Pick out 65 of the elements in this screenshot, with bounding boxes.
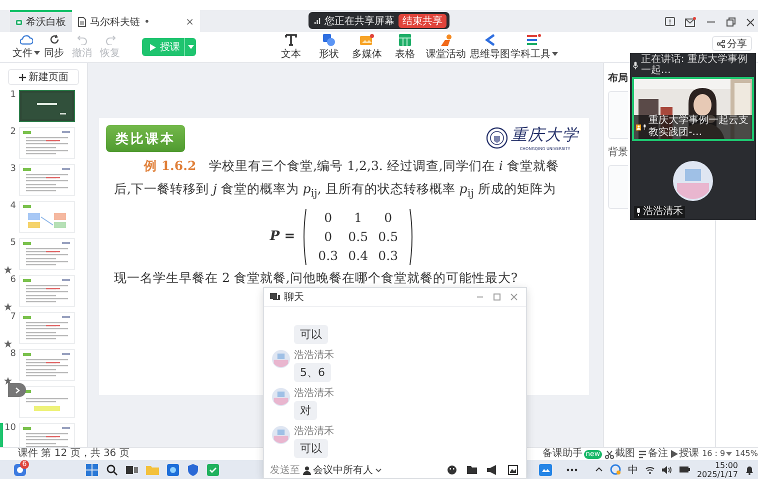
toolbar-button[interactable]: 课堂活动 bbox=[424, 34, 468, 60]
stop-sharing-button[interactable]: 结束共享 bbox=[398, 14, 446, 28]
message-bubble: 可以 bbox=[294, 439, 328, 458]
matrix-entry: 1 bbox=[353, 209, 364, 226]
video-tile[interactable]: 重庆大学事例一起云支教实践团-… bbox=[632, 77, 754, 141]
document-tab[interactable]: 马尔科夫链 • × bbox=[72, 10, 200, 32]
matrix-entry: 0.5 bbox=[377, 228, 400, 245]
toolbar-button[interactable]: 多媒体 bbox=[348, 34, 386, 60]
participant-tile[interactable]: 浩浩清禾 bbox=[632, 141, 754, 220]
example-text: 例 1.6.2 学校里有三个食堂,编号 1,2,3. 经过调查,同学们在 i 食堂就餐后,下一餐转移到 j 食堂的概率为 p$_{ij}$, 且所有的状态转移概率 p$_{ij}$ 所成的矩阵为 bbox=[113, 157, 560, 202]
matrix-entry: 0.4 bbox=[347, 247, 370, 264]
matrix-label: P = bbox=[270, 229, 296, 244]
page-number: 6 bbox=[9, 275, 17, 285]
participant-name: 浩浩清禾 bbox=[643, 206, 683, 218]
university-name: 重庆大学 bbox=[511, 125, 579, 146]
clock[interactable]: 15:00 2025/1/17 bbox=[696, 460, 738, 478]
page-number: 7 bbox=[9, 312, 17, 322]
matrix-entry: 0.3 bbox=[317, 247, 340, 264]
share-notice-text: 您正在共享屏幕 bbox=[324, 14, 394, 28]
input-method-indicator[interactable]: 中 bbox=[628, 462, 638, 476]
page-number: 2 bbox=[9, 127, 17, 137]
matrix-entry: 0.3 bbox=[377, 247, 400, 264]
toolbar-button[interactable]: 文本 bbox=[272, 34, 310, 60]
matrix-entry: 0 bbox=[323, 228, 334, 245]
page-number: 8 bbox=[9, 349, 17, 359]
status-bar-button[interactable]: 145% bbox=[735, 448, 758, 460]
panel-title: 布局 bbox=[608, 72, 628, 85]
page-number: 5 bbox=[9, 238, 17, 248]
toolbar-button[interactable]: 文件 bbox=[12, 34, 40, 60]
matrix-entry: 0.5 bbox=[347, 228, 370, 245]
unsaved-mark: • bbox=[144, 16, 150, 28]
send-to-label: 发送至 bbox=[270, 464, 300, 477]
recipient-selector[interactable]: 会议中所有人 bbox=[303, 463, 382, 477]
chat-title: 聊天 bbox=[284, 291, 304, 304]
toolbar-button[interactable]: 同步 bbox=[40, 34, 68, 60]
message-bubble: 对 bbox=[294, 401, 317, 420]
page-info: 课件 第 12 页，共 36 页 bbox=[18, 448, 130, 460]
status-bar-button[interactable]: 截图 bbox=[605, 448, 636, 460]
sender-name: 浩浩清禾 bbox=[294, 388, 334, 399]
sender-name: 浩浩清禾 bbox=[294, 426, 334, 437]
message-bubble: 可以 bbox=[294, 325, 328, 344]
status-bar-button[interactable]: 授课 bbox=[671, 448, 700, 460]
toolbar-button[interactable]: 思维导图 bbox=[468, 34, 512, 60]
page-number: 3 bbox=[9, 164, 17, 174]
question-text: 现一名学生早餐在 2 食堂就餐,问他晚餐在哪个食堂就餐的可能性最大? bbox=[113, 270, 519, 286]
speaking-indicator: 正在讲话: 重庆大学事例一起… bbox=[640, 54, 748, 76]
new-page-button[interactable]: 新建页面 bbox=[8, 69, 79, 85]
matrix-entry: 0 bbox=[323, 209, 334, 226]
section-tag: 类比课本 bbox=[106, 125, 185, 152]
status-bar-button[interactable]: 备注 bbox=[638, 448, 668, 460]
page-number: 4 bbox=[9, 201, 17, 211]
toolbar-button[interactable]: 形状 bbox=[310, 34, 348, 60]
toolbar-button[interactable]: 表格 bbox=[386, 34, 424, 60]
sender-name: 浩浩清禾 bbox=[294, 350, 334, 361]
app-tab[interactable]: 希沃白板 bbox=[10, 10, 72, 32]
panel-label: 背景 bbox=[608, 146, 628, 159]
participant-name: 重庆大学事例一起云支教实践团-… bbox=[648, 115, 750, 139]
status-bar-button[interactable]: 16 : 9 bbox=[702, 448, 732, 460]
close-tab-button[interactable]: × bbox=[186, 16, 194, 28]
matrix-entry: 0 bbox=[383, 209, 394, 226]
page-number: 10 bbox=[4, 423, 17, 433]
share-button[interactable]: 分享 bbox=[712, 36, 752, 51]
page-number: 1 bbox=[9, 90, 17, 100]
message-bubble: 5、6 bbox=[294, 363, 331, 382]
toolbar-button[interactable]: 学科工具 bbox=[512, 34, 556, 60]
